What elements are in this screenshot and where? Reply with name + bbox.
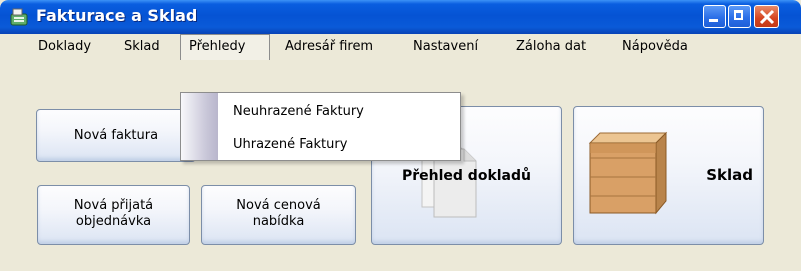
title-bar[interactable]: Fakturace a Sklad: [0, 0, 801, 34]
menu-bar: Doklady Sklad Přehledy Adresář firem Nas…: [0, 34, 801, 60]
menu-adresar-firem[interactable]: Adresář firem: [278, 34, 380, 59]
nova-faktura-label: Nová faktura: [73, 128, 159, 143]
menu-doklady[interactable]: Doklady: [31, 34, 98, 59]
menu-napoveda[interactable]: Nápověda: [615, 34, 695, 59]
minimize-button[interactable]: [703, 5, 726, 28]
nova-objednavka-button[interactable]: Nová přijatá objednávka: [37, 185, 190, 245]
close-button[interactable]: [754, 5, 779, 28]
menu-sklad[interactable]: Sklad: [117, 34, 167, 59]
nova-nabidka-label: Nová cenová nabídka: [236, 198, 321, 229]
menu-prehledy[interactable]: Přehledy: [180, 34, 270, 60]
sklad-button[interactable]: Sklad: [573, 106, 764, 245]
maximize-button[interactable]: [728, 5, 751, 28]
menu-item-uhrazene-faktury[interactable]: Uhrazené Faktury: [233, 137, 347, 152]
menu-zaloha-dat[interactable]: Záloha dat: [509, 34, 593, 59]
close-icon: [759, 9, 775, 25]
nova-objednavka-label: Nová přijatá objednávka: [73, 198, 154, 229]
nova-faktura-button[interactable]: Nová faktura: [36, 109, 196, 162]
nova-nabidka-button[interactable]: Nová cenová nabídka: [201, 185, 356, 245]
cash-register-icon: [10, 8, 28, 26]
menu-icon-strip: [181, 93, 218, 160]
prehledy-dropdown-menu: Neuhrazené Faktury Uhrazené Faktury: [180, 92, 461, 161]
window-title: Fakturace a Sklad: [36, 6, 198, 25]
menu-item-neuhrazene-faktury[interactable]: Neuhrazené Faktury: [233, 104, 364, 119]
sklad-label: Sklad: [706, 166, 753, 184]
wooden-crate-icon: [588, 131, 668, 215]
prehled-dokladu-label: Přehled dokladů: [401, 168, 531, 184]
app-window: Fakturace a Sklad Doklady Sklad Přehledy…: [0, 0, 801, 271]
menu-nastaveni[interactable]: Nastavení: [406, 34, 485, 59]
